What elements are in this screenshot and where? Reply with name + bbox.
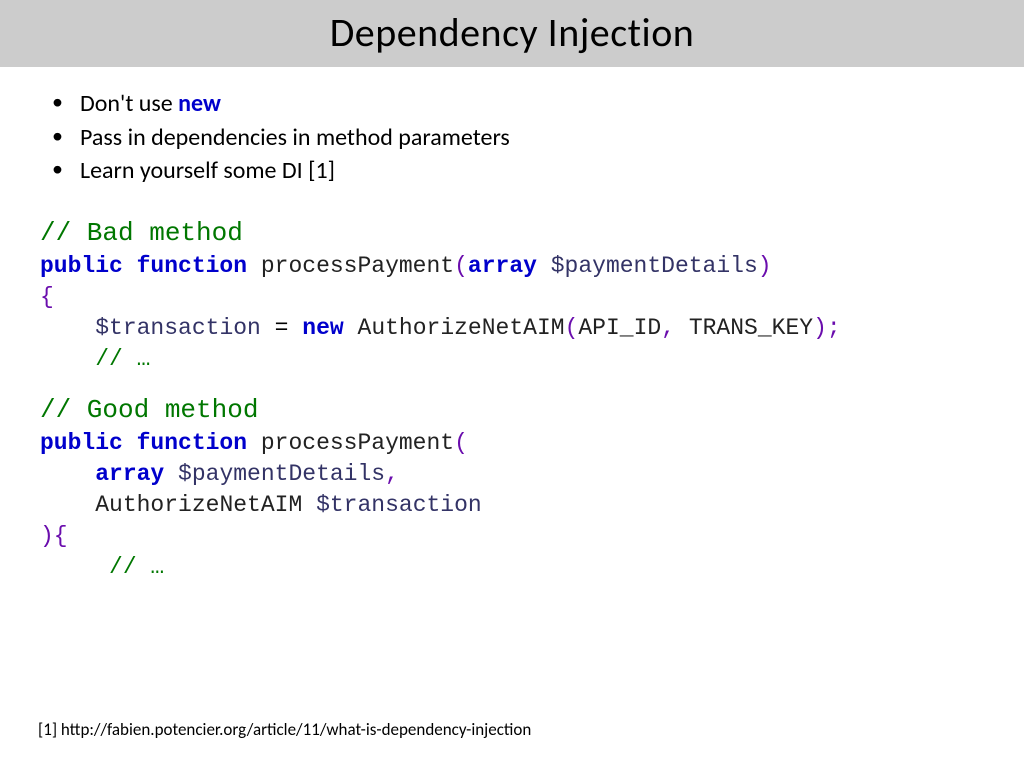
code-keyword: public function bbox=[40, 430, 247, 456]
code-keyword: array bbox=[468, 253, 537, 279]
code-const: API_ID bbox=[578, 315, 661, 341]
bullet-text: Pass in dependencies in method parameter… bbox=[80, 123, 510, 152]
code-var: $paymentDetails bbox=[178, 461, 385, 487]
bullet-keyword: new bbox=[178, 89, 221, 118]
code-punc: ){ bbox=[40, 523, 68, 549]
code-op: = bbox=[261, 315, 302, 341]
code-keyword: new bbox=[302, 315, 343, 341]
bullet-item: Learn yourself some DI [1] bbox=[62, 154, 984, 188]
code-comment: // … bbox=[95, 346, 150, 372]
bullet-item: Don't use new bbox=[62, 87, 984, 121]
code-punc: ) bbox=[758, 253, 772, 279]
code-class: AuthorizeNetAIM bbox=[358, 315, 565, 341]
footnote: [1] http://fabien.potencier.org/article/… bbox=[38, 719, 531, 740]
code-var: $transaction bbox=[316, 492, 482, 518]
slide-title: Dependency Injection bbox=[0, 8, 1024, 57]
code-comment: // Good method bbox=[40, 395, 258, 425]
code-punc: , bbox=[661, 315, 675, 341]
bullet-text: Learn yourself some DI [1] bbox=[80, 156, 335, 185]
bullet-item: Pass in dependencies in method parameter… bbox=[62, 121, 984, 155]
code-punc: { bbox=[40, 284, 54, 310]
code-punc: ) bbox=[813, 315, 827, 341]
slide-content: Don't use new Pass in dependencies in me… bbox=[0, 67, 1024, 583]
spacer bbox=[40, 375, 984, 393]
bullet-text: Don't use bbox=[80, 89, 178, 118]
code-punc: , bbox=[385, 461, 399, 487]
title-bar: Dependency Injection bbox=[0, 0, 1024, 67]
code-punc: ( bbox=[454, 430, 468, 456]
code-const: TRANS_KEY bbox=[689, 315, 813, 341]
code-var: $paymentDetails bbox=[551, 253, 758, 279]
code-punc: ( bbox=[454, 253, 468, 279]
code-func: processPayment bbox=[261, 253, 454, 279]
code-var: $transaction bbox=[95, 315, 261, 341]
code-punc: ; bbox=[827, 315, 841, 341]
code-keyword: array bbox=[95, 461, 164, 487]
code-class: AuthorizeNetAIM bbox=[95, 492, 302, 518]
bullet-list: Don't use new Pass in dependencies in me… bbox=[40, 87, 984, 188]
code-comment: // Bad method bbox=[40, 218, 243, 248]
code-comment: // … bbox=[109, 554, 164, 580]
code-block-good: // Good method public function processPa… bbox=[40, 393, 984, 583]
code-func: processPayment bbox=[261, 430, 454, 456]
code-punc: ( bbox=[565, 315, 579, 341]
code-keyword: public function bbox=[40, 253, 247, 279]
code-block-bad: // Bad method public function processPay… bbox=[40, 216, 984, 375]
